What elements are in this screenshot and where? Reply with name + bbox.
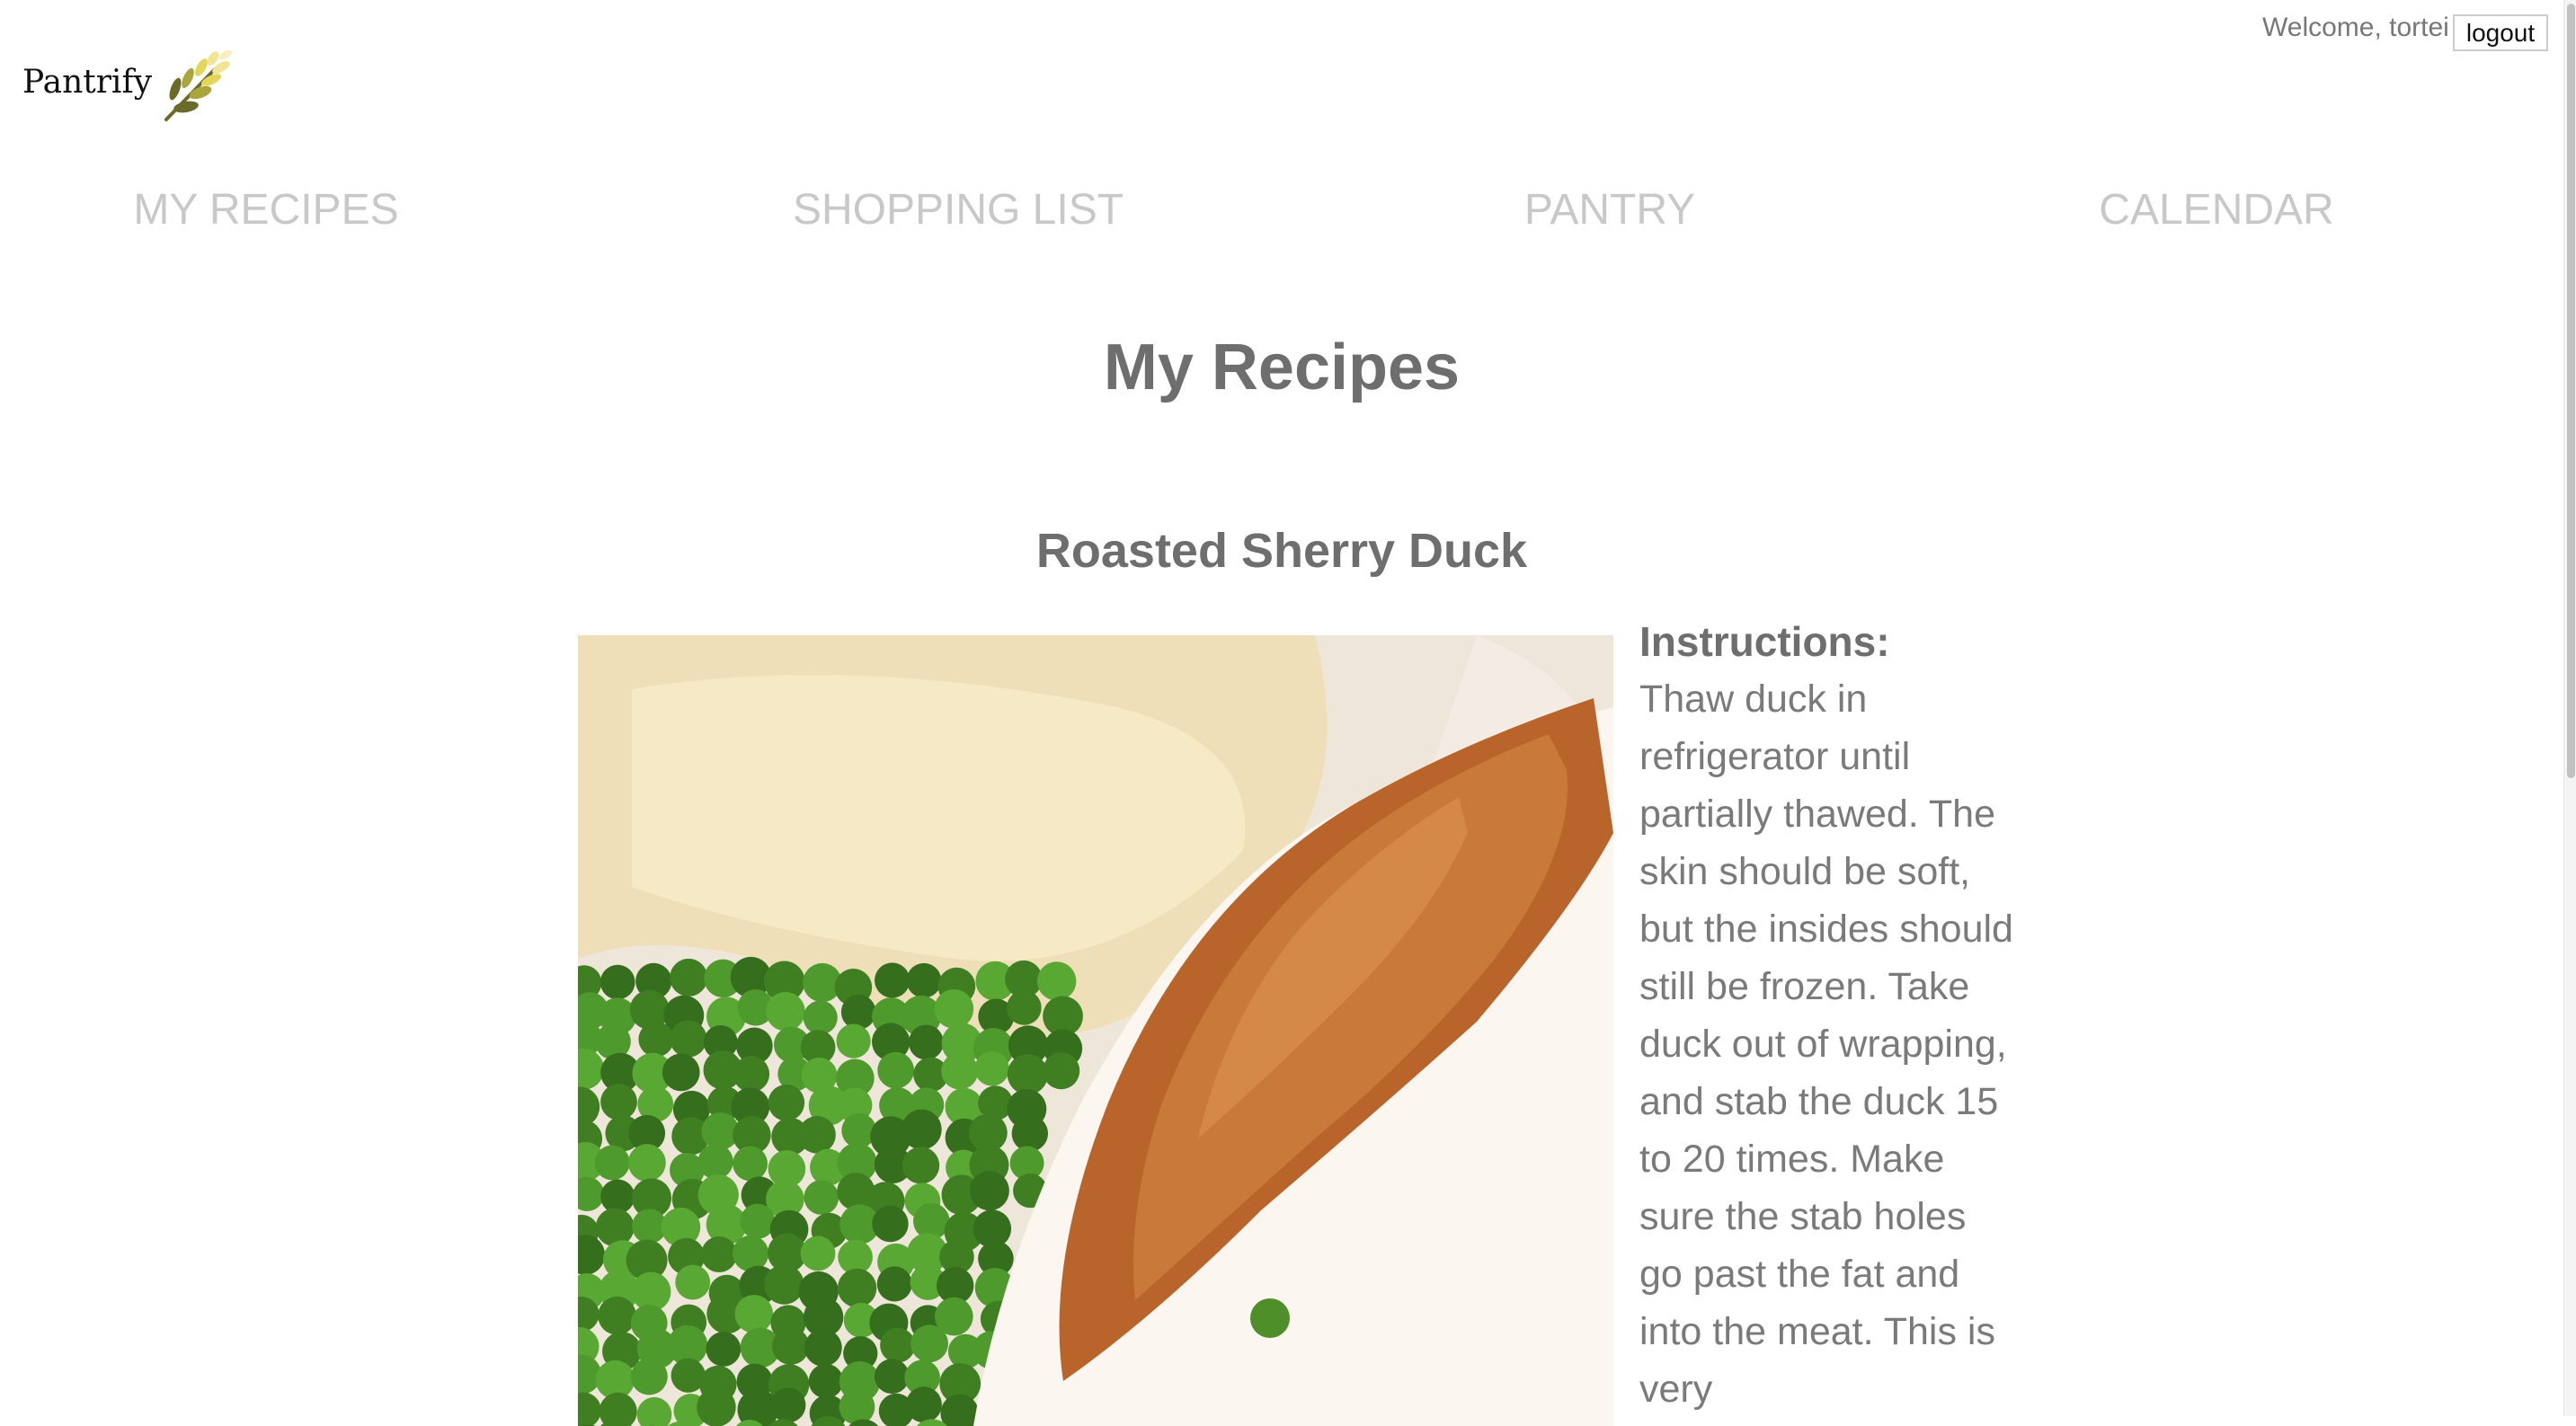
recipe-photo: [578, 635, 1613, 1426]
nav-shopping-list[interactable]: SHOPPING LIST: [793, 185, 1124, 235]
scrollbar[interactable]: [2563, 0, 2576, 1416]
nav-pantry[interactable]: PANTRY: [1524, 185, 1695, 235]
page-title: My Recipes: [0, 331, 2563, 404]
instructions-label: Instructions:: [1639, 613, 2017, 670]
instructions-text: Thaw duck in refrigerator until partiall…: [1639, 670, 2017, 1418]
recipe-instructions: Instructions: Thaw duck in refrigerator …: [1639, 613, 2017, 1418]
brand-logo[interactable]: Pantrify: [22, 49, 238, 123]
wheat-icon: [163, 49, 238, 123]
recipe-title: Roasted Sherry Duck: [0, 523, 2563, 579]
welcome-message: Welcome, tortei: [2262, 13, 2449, 43]
nav-my-recipes[interactable]: MY RECIPES: [133, 185, 398, 235]
scrollbar-thumb[interactable]: [2567, 4, 2575, 778]
logout-button[interactable]: logout: [2453, 14, 2548, 51]
nav-calendar[interactable]: CALENDAR: [2099, 185, 2333, 235]
brand-name: Pantrify: [22, 64, 152, 101]
